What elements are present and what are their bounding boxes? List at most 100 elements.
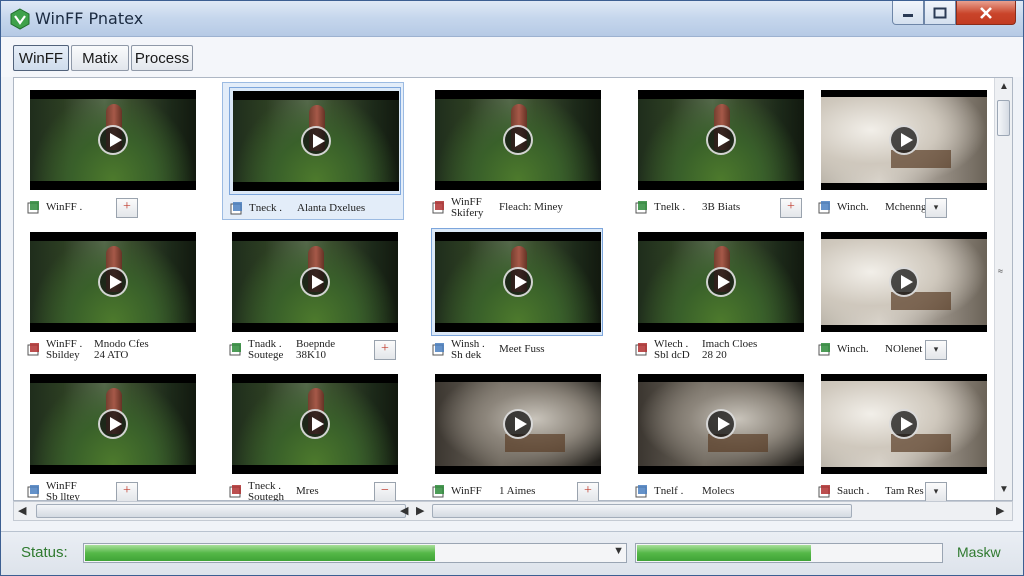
- video-item[interactable]: WinFF Sb lltey +: [20, 366, 202, 504]
- thumbnail-frame[interactable]: [634, 370, 806, 478]
- video-thumbnail[interactable]: [233, 91, 399, 191]
- caption-detail: 3B Biats: [702, 201, 741, 213]
- thumbnail-frame[interactable]: [817, 86, 989, 194]
- play-icon[interactable]: [706, 409, 736, 439]
- file-type-icon: [635, 485, 647, 498]
- thumbnail-frame[interactable]: [431, 370, 603, 478]
- video-item[interactable]: Tnelf . Molecs: [628, 366, 810, 504]
- video-item[interactable]: Tneck . Soutegh Mres −: [222, 366, 404, 504]
- item-action-button[interactable]: −: [374, 482, 396, 502]
- video-thumbnail[interactable]: [232, 374, 398, 474]
- horizontal-scroll-thumb-2[interactable]: [432, 504, 852, 518]
- play-icon[interactable]: [503, 125, 533, 155]
- play-icon[interactable]: [503, 267, 533, 297]
- video-item[interactable]: Tnadk . Soutege Boepnde 38K10 +: [222, 224, 404, 362]
- options-dropdown-button[interactable]: ▾: [925, 198, 947, 218]
- play-icon[interactable]: [706, 125, 736, 155]
- caption-subtitle: Sbl dcD: [654, 349, 690, 361]
- horizontal-scrollbar[interactable]: ◀ ◀ ▶ ▶: [13, 501, 1013, 521]
- tab-process[interactable]: Process: [131, 45, 193, 71]
- video-item[interactable]: Winch. Mchenng ▾: [811, 82, 993, 220]
- vertical-scrollbar[interactable]: ▲ ≈ ▼: [994, 78, 1012, 500]
- thumbnail-frame[interactable]: [431, 228, 603, 336]
- item-action-button[interactable]: +: [116, 198, 138, 218]
- thumbnail-frame[interactable]: [634, 86, 806, 194]
- item-action-button[interactable]: +: [577, 482, 599, 502]
- thumbnail-frame[interactable]: [228, 228, 400, 336]
- thumbnail-frame[interactable]: [229, 87, 401, 195]
- horizontal-scroll-thumb[interactable]: [36, 504, 406, 518]
- video-thumbnail[interactable]: [30, 232, 196, 332]
- play-icon[interactable]: [300, 409, 330, 439]
- progress-fill-secondary: [637, 545, 812, 561]
- video-item[interactable]: Wlech . Sbl dcD Imach Cloes 28 20: [628, 224, 810, 362]
- video-thumbnail[interactable]: [30, 90, 196, 190]
- dropdown-arrow-icon[interactable]: ▼: [613, 545, 624, 557]
- status-right-label: Maskw: [957, 544, 1001, 560]
- video-thumbnail[interactable]: [638, 374, 804, 474]
- video-item[interactable]: WinFF . Sbildey Mnodo Cfes 24 ATO: [20, 224, 202, 362]
- video-item[interactable]: Tnelk . 3B Biats +: [628, 82, 810, 220]
- progress-bar-main[interactable]: ▼: [83, 543, 627, 563]
- play-icon[interactable]: [503, 409, 533, 439]
- play-icon[interactable]: [300, 267, 330, 297]
- video-thumbnail[interactable]: [435, 232, 601, 332]
- video-thumbnail[interactable]: [638, 90, 804, 190]
- video-item[interactable]: Winch. NOlenet ▾: [811, 224, 993, 362]
- thumbnail-frame[interactable]: [26, 86, 198, 194]
- video-thumbnail[interactable]: [435, 90, 601, 190]
- video-thumbnail[interactable]: [821, 374, 987, 474]
- video-thumbnail[interactable]: [435, 374, 601, 474]
- thumbnail-frame[interactable]: [817, 370, 989, 478]
- options-dropdown-button[interactable]: ▾: [925, 340, 947, 360]
- tab-bar: WinFF Matix Process: [1, 37, 1023, 77]
- vertical-scroll-thumb[interactable]: [997, 100, 1010, 136]
- video-item[interactable]: WinFF 1 Aimes +: [425, 366, 607, 504]
- thumbnail-frame[interactable]: [817, 228, 989, 336]
- thumbnail-frame[interactable]: [634, 228, 806, 336]
- tab-label: Process: [134, 49, 190, 67]
- tab-winff[interactable]: WinFF: [13, 45, 69, 71]
- play-icon[interactable]: [889, 125, 919, 155]
- play-icon[interactable]: [98, 125, 128, 155]
- video-thumbnail[interactable]: [30, 374, 196, 474]
- video-thumbnail[interactable]: [821, 90, 987, 190]
- thumbnail-frame[interactable]: [26, 228, 198, 336]
- video-thumbnail[interactable]: [821, 232, 987, 332]
- play-icon[interactable]: [301, 126, 331, 156]
- scroll-down-icon[interactable]: ▼: [999, 484, 1009, 495]
- scroll-left-icon[interactable]: ◀: [18, 504, 26, 517]
- close-button[interactable]: [956, 1, 1016, 25]
- thumbnail-frame[interactable]: [431, 86, 603, 194]
- play-icon[interactable]: [98, 267, 128, 297]
- play-icon[interactable]: [889, 267, 919, 297]
- play-icon[interactable]: [889, 409, 919, 439]
- item-action-button[interactable]: +: [374, 340, 396, 360]
- scroll-left-icon-2[interactable]: ◀: [400, 504, 408, 517]
- item-action-button[interactable]: +: [780, 198, 802, 218]
- video-item[interactable]: Tneck . Alanta Dxelues: [222, 82, 404, 220]
- play-icon[interactable]: [98, 409, 128, 439]
- thumbnail-frame[interactable]: [228, 370, 400, 478]
- title-bar[interactable]: WinFF Pnatex: [1, 1, 1023, 37]
- thumbnail-frame[interactable]: [26, 370, 198, 478]
- tab-matix[interactable]: Matix: [71, 45, 129, 71]
- video-thumbnail[interactable]: [638, 232, 804, 332]
- scroll-right-icon-2[interactable]: ▶: [416, 504, 424, 517]
- video-item[interactable]: WinFF Skifery Fleach: Miney: [425, 82, 607, 220]
- maximize-button[interactable]: [924, 1, 956, 25]
- scroll-up-icon[interactable]: ▲: [999, 81, 1009, 92]
- play-icon[interactable]: [706, 267, 736, 297]
- video-item[interactable]: Sauch . Tam Res ▾: [811, 366, 993, 504]
- item-action-button[interactable]: +: [116, 482, 138, 502]
- video-thumbnail[interactable]: [232, 232, 398, 332]
- video-item[interactable]: Winsh . Sh dek Meet Fuss: [425, 224, 607, 362]
- file-type-icon: [818, 485, 830, 498]
- scroll-right-icon[interactable]: ▶: [996, 504, 1004, 517]
- video-item[interactable]: WinFF . +: [20, 82, 202, 220]
- file-type-icon: [432, 485, 444, 498]
- app-window: WinFF Pnatex WinFF Matix Process WinFF .…: [0, 0, 1024, 576]
- scroll-track-mark: ≈: [998, 266, 1003, 276]
- options-dropdown-button[interactable]: ▾: [925, 482, 947, 502]
- minimize-button[interactable]: [892, 1, 924, 25]
